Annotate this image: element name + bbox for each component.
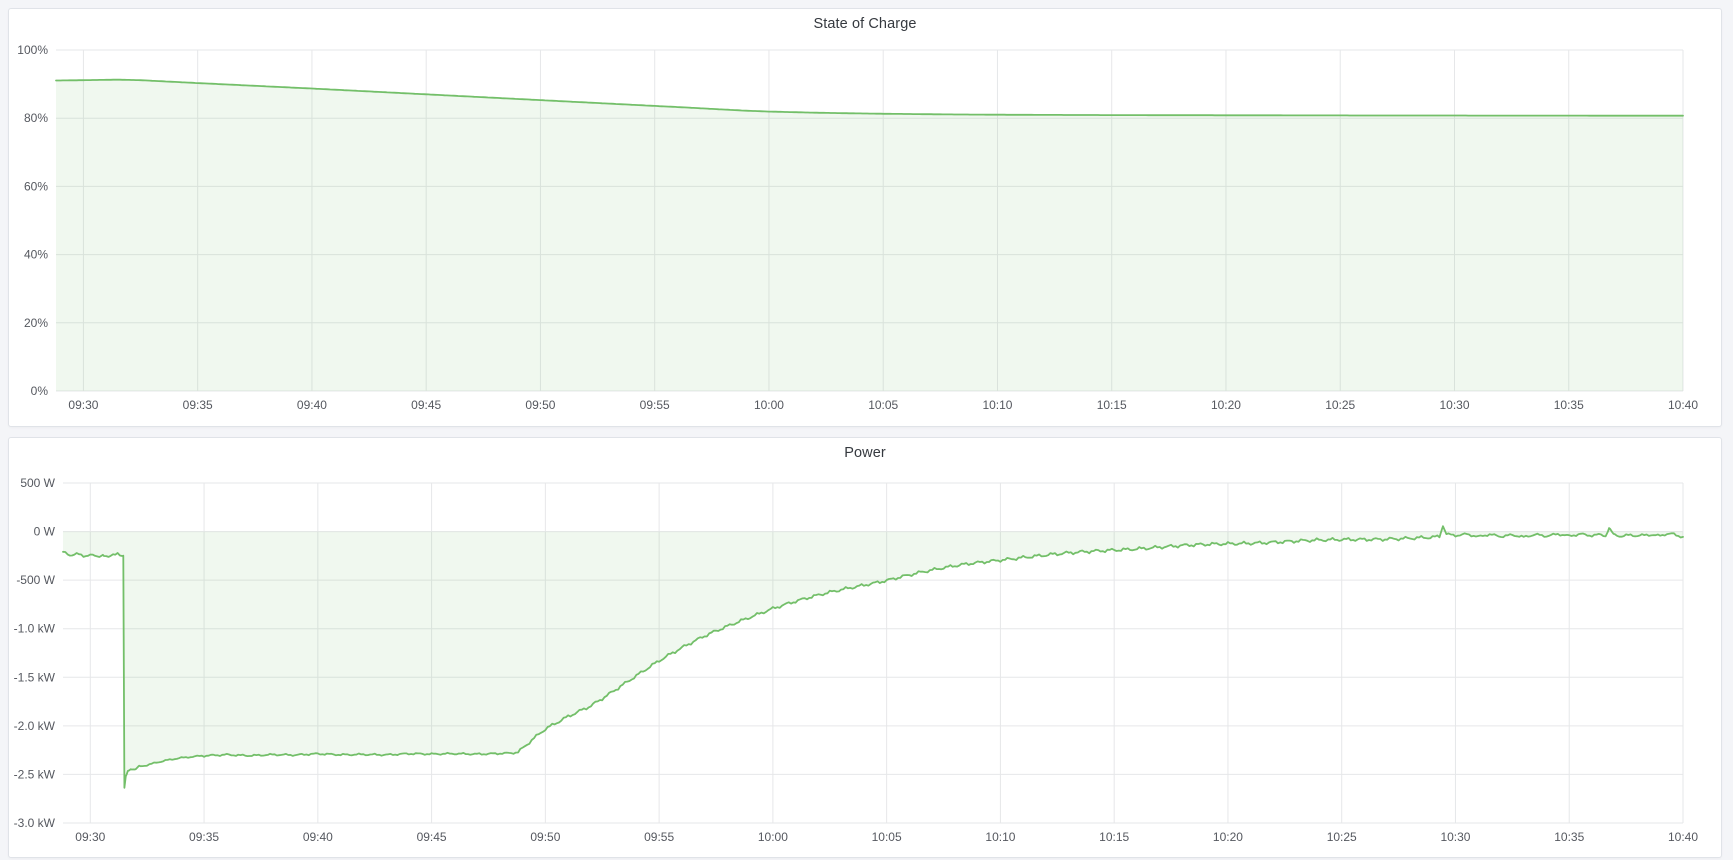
y-tick-label: 0% [31,384,49,398]
x-tick-label: 09:30 [75,830,105,844]
x-tick-label: 09:40 [297,398,327,412]
x-tick-label: 10:20 [1211,398,1241,412]
x-tick-label: 10:35 [1554,398,1584,412]
y-tick-label: -1.0 kW [14,622,56,636]
x-tick-label: 09:45 [411,398,441,412]
x-axis-labels: 09:30 09:35 09:40 09:45 09:50 09:55 10:00 10:05… [68,398,1698,412]
x-tick-label: 10:25 [1327,830,1357,844]
x-tick-label: 10:05 [872,830,902,844]
x-tick-label: 10:35 [1554,830,1584,844]
x-tick-label: 09:45 [417,830,447,844]
x-tick-label: 09:50 [525,398,555,412]
x-tick-label: 10:15 [1097,398,1127,412]
x-tick-label: 10:40 [1668,398,1698,412]
x-tick-label: 09:35 [183,398,213,412]
x-tick-label: 10:40 [1668,830,1698,844]
x-axis-labels: 09:30 09:35 09:40 09:45 09:50 09:55 10:00 10:05… [75,830,1698,844]
x-tick-label: 10:15 [1099,830,1129,844]
power-chart-canvas[interactable]: 500 W 0 W -500 W -1.0 kW -1.5 kW -2.0 kW -2.5 … [9,438,1721,857]
x-tick-label: 10:00 [754,398,784,412]
panel-state-of-charge: State of Charge 100%80%60%40%20%0%09:300… [8,8,1722,427]
x-tick-label: 10:30 [1439,398,1469,412]
y-tick-label: -1.5 kW [14,670,56,684]
y-tick-label: 60% [24,179,48,193]
x-tick-label: 09:40 [303,830,333,844]
y-tick-label: -3.0 kW [14,816,56,830]
y-tick-label: 40% [24,248,48,262]
y-tick-label: 100% [17,43,48,57]
x-tick-label: 09:50 [530,830,560,844]
y-tick-label: -500 W [16,573,55,587]
x-tick-label: 10:05 [868,398,898,412]
state-of-charge-chart-canvas[interactable]: 100%80%60%40%20%0%09:3009:3509:4009:4509… [9,9,1721,426]
y-tick-label: 20% [24,316,48,330]
series-area [63,526,1683,788]
x-tick-label: 10:00 [758,830,788,844]
y-axis-labels: 100% 80% 60% 40% 20% 0% [17,43,48,398]
y-tick-label: 500 W [20,476,55,490]
y-axis-labels: 500 W 0 W -500 W -1.0 kW -1.5 kW -2.0 kW -2.5 … [14,476,56,830]
x-tick-label: 09:55 [644,830,674,844]
x-tick-label: 09:30 [68,398,98,412]
x-tick-label: 09:55 [640,398,670,412]
x-tick-label: 10:10 [982,398,1012,412]
y-tick-label: 80% [24,111,48,125]
panel-power: Power 500 W0 W-500 W-1.0 kW-1.5 kW-2.0 k… [8,437,1722,858]
x-tick-label: 10:30 [1440,830,1470,844]
x-tick-label: 10:20 [1213,830,1243,844]
x-tick-label: 10:10 [985,830,1015,844]
series-area [56,80,1683,391]
y-tick-label: 0 W [34,525,56,539]
y-tick-label: -2.0 kW [14,719,56,733]
y-tick-label: -2.5 kW [14,767,56,781]
x-tick-label: 10:25 [1325,398,1355,412]
x-tick-label: 09:35 [189,830,219,844]
